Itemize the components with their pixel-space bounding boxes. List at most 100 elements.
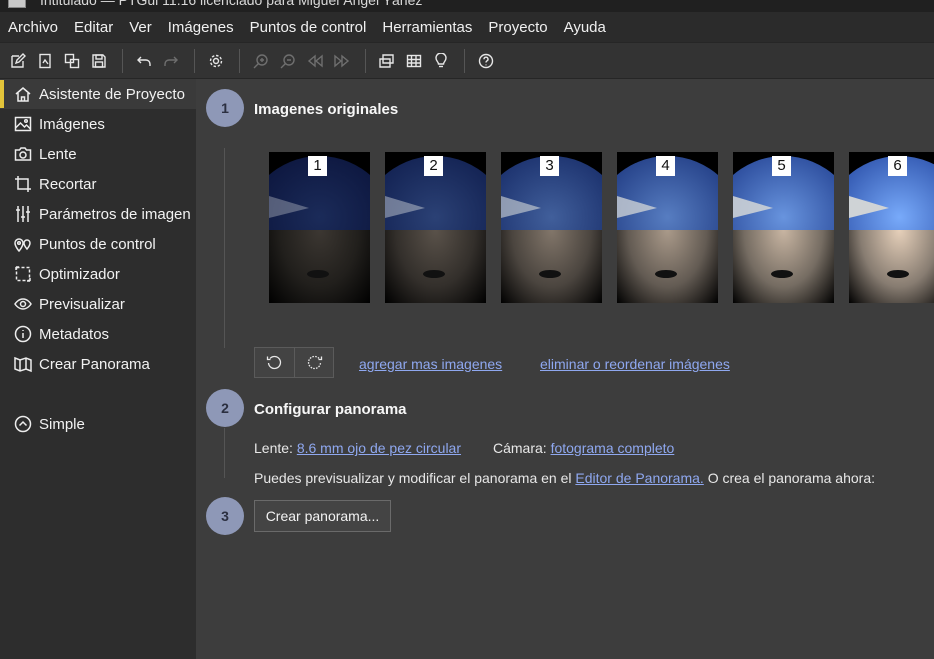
camera-label: Cámara:	[493, 440, 547, 456]
title-bar: Intitulado — PTGui 11.16 licenciado para…	[0, 0, 934, 12]
add-images-link[interactable]: agregar mas imagenes	[359, 356, 502, 372]
toolbar-separator	[122, 48, 123, 73]
home-icon	[13, 84, 33, 104]
image-number: 6	[888, 156, 907, 176]
sidebar: Asistente de Proyecto Imágenes Lente Rec…	[0, 79, 196, 659]
rotate-buttons	[254, 347, 334, 378]
help-icon[interactable]	[477, 52, 495, 70]
toolbar	[0, 42, 934, 79]
image-thumbnail[interactable]: 6	[849, 152, 934, 303]
create-text: O crea el panorama ahora:	[707, 470, 876, 486]
sidebar-item-asistente-de-proyecto[interactable]: Asistente de Proyecto	[0, 79, 196, 109]
image-thumbnail[interactable]: 1	[269, 152, 370, 303]
sidebar-item-label: Imágenes	[39, 115, 105, 133]
image-thumbnail[interactable]: 2	[385, 152, 486, 303]
menu-archivo[interactable]: Archivo	[8, 19, 58, 36]
step-connector	[224, 148, 225, 348]
sidebar-item-puntos-de-control[interactable]: Puntos de control	[0, 229, 196, 259]
sidebar-item-optimizador[interactable]: Optimizador	[0, 259, 196, 289]
zoom-out-icon[interactable]	[279, 52, 297, 70]
copy-icon[interactable]	[63, 52, 81, 70]
lightbulb-icon[interactable]	[432, 52, 450, 70]
sidebar-item-label: Asistente de Proyecto	[39, 85, 185, 103]
camera-icon	[13, 144, 33, 164]
info-icon	[13, 324, 33, 344]
step-1-badge: 1	[206, 89, 244, 127]
menu-proyecto[interactable]: Proyecto	[488, 19, 547, 36]
toolbar-separator	[464, 48, 465, 73]
panorama-icon	[13, 354, 33, 374]
window-title: Intitulado — PTGui 11.16 licenciado para…	[40, 0, 423, 8]
preview-row: Puedes previsualizar y modificar el pano…	[254, 470, 875, 486]
bookmark-icon[interactable]	[36, 52, 54, 70]
sidebar-item-parametros-de-imagen[interactable]: Parámetros de imagen	[0, 199, 196, 229]
image-icon	[13, 114, 33, 134]
app-icon	[8, 0, 26, 8]
step-1-title: Imagenes originales	[254, 101, 399, 118]
menu-imagenes[interactable]: Imágenes	[168, 19, 234, 36]
rotate-left-button[interactable]	[255, 348, 294, 377]
settings-icon[interactable]	[207, 52, 225, 70]
sidebar-item-label: Crear Panorama	[39, 355, 150, 373]
sidebar-item-label: Puntos de control	[39, 235, 156, 253]
image-thumbnail[interactable]: 4	[617, 152, 718, 303]
step-2-title: Configurar panorama	[254, 401, 407, 418]
sidebar-mode-simple[interactable]: Simple	[0, 409, 196, 439]
rotate-right-button[interactable]	[294, 348, 333, 377]
sidebar-item-recortar[interactable]: Recortar	[0, 169, 196, 199]
camera-row: Cámara: fotograma completo	[493, 440, 674, 456]
remove-reorder-images-link[interactable]: eliminar o reordenar imágenes	[540, 356, 730, 372]
preview-text: Puedes previsualizar y modificar el pano…	[254, 470, 572, 486]
step-3-badge: 3	[206, 497, 244, 535]
image-number: 1	[308, 156, 327, 176]
image-number: 2	[424, 156, 443, 176]
image-thumbnail[interactable]: 5	[733, 152, 834, 303]
sidebar-item-lente[interactable]: Lente	[0, 139, 196, 169]
menu-ver[interactable]: Ver	[129, 19, 152, 36]
project-assistant-panel: 1 Imagenes originales 1 2 3 4 5 6 agrega…	[196, 79, 934, 659]
menu-ayuda[interactable]: Ayuda	[564, 19, 606, 36]
fast-forward-icon[interactable]	[333, 52, 351, 70]
sidebar-item-label: Metadatos	[39, 325, 110, 343]
sidebar-item-metadatos[interactable]: Metadatos	[0, 319, 196, 349]
rotate-left-icon	[266, 355, 282, 370]
edit-icon[interactable]	[9, 52, 27, 70]
image-number: 5	[772, 156, 791, 176]
image-thumbnail[interactable]: 3	[501, 152, 602, 303]
optimizer-icon	[13, 264, 33, 284]
toolbar-separator	[194, 48, 195, 73]
lens-value-link[interactable]: 8.6 mm ojo de pez circular	[297, 440, 461, 456]
menu-editar[interactable]: Editar	[74, 19, 113, 36]
sidebar-item-previsualizar[interactable]: Previsualizar	[0, 289, 196, 319]
camera-value-link[interactable]: fotograma completo	[551, 440, 675, 456]
image-number: 3	[540, 156, 559, 176]
create-panorama-button[interactable]: Crear panorama...	[254, 500, 391, 532]
lens-row: Lente: 8.6 mm ojo de pez circular	[254, 440, 461, 456]
crop-icon	[13, 174, 33, 194]
sidebar-item-imagenes[interactable]: Imágenes	[0, 109, 196, 139]
menu-herramientas[interactable]: Herramientas	[382, 19, 472, 36]
menu-puntos-de-control[interactable]: Puntos de control	[250, 19, 367, 36]
rotate-right-icon	[307, 355, 322, 370]
lens-label: Lente:	[254, 440, 293, 456]
toolbar-separator	[239, 48, 240, 73]
rewind-icon[interactable]	[306, 52, 324, 70]
step-2-badge: 2	[206, 389, 244, 427]
sidebar-item-label: Lente	[39, 145, 77, 163]
panorama-editor-link[interactable]: Editor de Panorama.	[575, 470, 703, 486]
panorama-editor-icon[interactable]	[378, 52, 396, 70]
undo-icon[interactable]	[135, 52, 153, 70]
step-connector	[224, 428, 225, 478]
sidebar-item-crear-panorama[interactable]: Crear Panorama	[0, 349, 196, 379]
table-icon[interactable]	[405, 52, 423, 70]
zoom-in-icon[interactable]	[252, 52, 270, 70]
toolbar-separator	[365, 48, 366, 73]
save-icon[interactable]	[90, 52, 108, 70]
redo-icon[interactable]	[162, 52, 180, 70]
sidebar-mode-label: Simple	[39, 415, 85, 433]
sidebar-item-label: Optimizador	[39, 265, 120, 283]
sliders-icon	[13, 204, 33, 224]
menu-bar: Archivo Editar Ver Imágenes Puntos de co…	[0, 12, 934, 42]
image-number: 4	[656, 156, 675, 176]
